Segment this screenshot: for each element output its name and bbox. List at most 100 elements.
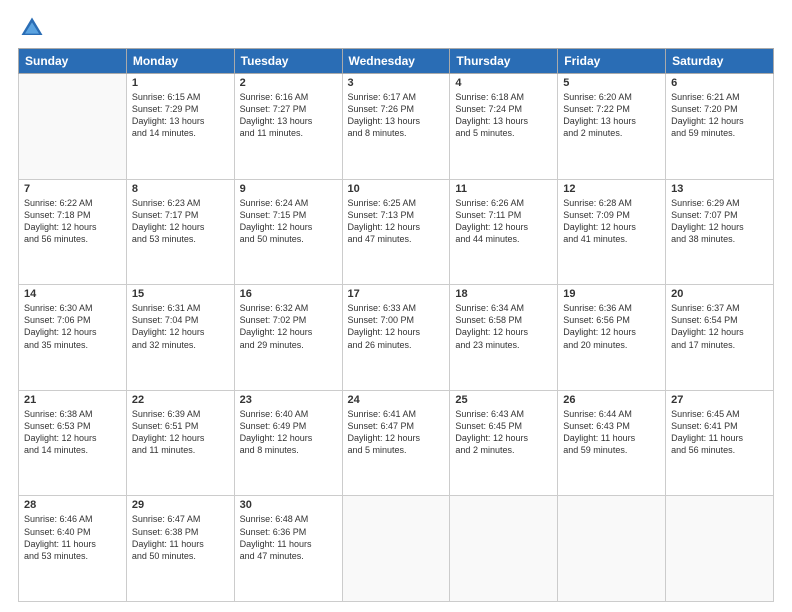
day-number: 8 [132,183,229,195]
day-number: 19 [563,288,660,300]
calendar-cell: 29 Sunrise: 6:47 AM Sunset: 6:38 PM Dayli… [126,496,234,602]
day-info: Sunrise: 6:24 AM Sunset: 7:15 PM Dayligh… [240,197,337,246]
header [18,10,774,42]
day-info: Sunrise: 6:48 AM Sunset: 6:36 PM Dayligh… [240,513,337,562]
calendar-cell: 11 Sunrise: 6:26 AM Sunset: 7:11 PM Dayli… [450,179,558,285]
day-info: Sunrise: 6:25 AM Sunset: 7:13 PM Dayligh… [348,197,445,246]
day-info: Sunrise: 6:29 AM Sunset: 7:07 PM Dayligh… [671,197,768,246]
calendar-cell: 20Sunrise: 6:37 AM Sunset: 6:54 PM Dayli… [666,285,774,391]
calendar-cell: 9 Sunrise: 6:24 AM Sunset: 7:15 PM Daylig… [234,179,342,285]
day-info: Sunrise: 6:43 AM Sunset: 6:45 PM Dayligh… [455,408,552,457]
calendar-cell [666,496,774,602]
day-of-week-sunday: Sunday [19,49,127,74]
calendar-cell: 18 Sunrise: 6:34 AM Sunset: 6:58 PM Dayli… [450,285,558,391]
calendar-cell: 25 Sunrise: 6:43 AM Sunset: 6:45 PM Dayli… [450,390,558,496]
day-number: 24 [348,394,445,406]
calendar-cell: 3Sunrise: 6:17 AM Sunset: 7:26 PM Daylig… [342,74,450,180]
calendar-cell: 22 Sunrise: 6:39 AM Sunset: 6:51 PM Dayli… [126,390,234,496]
day-number: 2 [240,77,337,89]
calendar-header-row: SundayMondayTuesdayWednesdayThursdayFrid… [19,49,774,74]
calendar-cell: 2 Sunrise: 6:16 AM Sunset: 7:27 PM Daylig… [234,74,342,180]
day-number: 13 [671,183,768,195]
calendar-cell [19,74,127,180]
logo [18,14,48,42]
day-of-week-monday: Monday [126,49,234,74]
calendar-cell: 23 Sunrise: 6:40 AM Sunset: 6:49 PM Dayli… [234,390,342,496]
calendar-week-1: 1 Sunrise: 6:15 AM Sunset: 7:29 PM Daylig… [19,74,774,180]
day-number: 4 [455,77,552,89]
calendar-week-4: 21 Sunrise: 6:38 AM Sunset: 6:53 PM Dayli… [19,390,774,496]
day-info: Sunrise: 6:34 AM Sunset: 6:58 PM Dayligh… [455,302,552,351]
day-of-week-thursday: Thursday [450,49,558,74]
day-number: 27 [671,394,768,406]
calendar-cell: 13 Sunrise: 6:29 AM Sunset: 7:07 PM Dayli… [666,179,774,285]
calendar-cell: 24 Sunrise: 6:41 AM Sunset: 6:47 PM Dayli… [342,390,450,496]
calendar-week-5: 28 Sunrise: 6:46 AM Sunset: 6:40 PM Dayli… [19,496,774,602]
calendar-cell: 5 Sunrise: 6:20 AM Sunset: 7:22 PM Daylig… [558,74,666,180]
day-info: Sunrise: 6:16 AM Sunset: 7:27 PM Dayligh… [240,91,337,140]
calendar-cell: 8 Sunrise: 6:23 AM Sunset: 7:17 PM Daylig… [126,179,234,285]
calendar-cell [342,496,450,602]
day-info: Sunrise: 6:38 AM Sunset: 6:53 PM Dayligh… [24,408,121,457]
calendar-week-3: 14Sunrise: 6:30 AM Sunset: 7:06 PM Dayli… [19,285,774,391]
day-info: Sunrise: 6:23 AM Sunset: 7:17 PM Dayligh… [132,197,229,246]
calendar-cell: 17 Sunrise: 6:33 AM Sunset: 7:00 PM Dayli… [342,285,450,391]
day-info: Sunrise: 6:46 AM Sunset: 6:40 PM Dayligh… [24,513,121,562]
calendar-cell: 10 Sunrise: 6:25 AM Sunset: 7:13 PM Dayli… [342,179,450,285]
day-number: 9 [240,183,337,195]
day-info: Sunrise: 6:32 AM Sunset: 7:02 PM Dayligh… [240,302,337,351]
calendar-cell: 19 Sunrise: 6:36 AM Sunset: 6:56 PM Dayli… [558,285,666,391]
page: SundayMondayTuesdayWednesdayThursdayFrid… [0,0,792,612]
day-number: 26 [563,394,660,406]
day-info: Sunrise: 6:17 AM Sunset: 7:26 PM Dayligh… [348,91,445,140]
calendar-table: SundayMondayTuesdayWednesdayThursdayFrid… [18,48,774,602]
day-of-week-tuesday: Tuesday [234,49,342,74]
day-of-week-saturday: Saturday [666,49,774,74]
day-number: 18 [455,288,552,300]
calendar-cell: 26 Sunrise: 6:44 AM Sunset: 6:43 PM Dayli… [558,390,666,496]
calendar-cell: 14Sunrise: 6:30 AM Sunset: 7:06 PM Dayli… [19,285,127,391]
day-of-week-friday: Friday [558,49,666,74]
day-number: 1 [132,77,229,89]
day-number: 7 [24,183,121,195]
day-info: Sunrise: 6:15 AM Sunset: 7:29 PM Dayligh… [132,91,229,140]
calendar-cell: 16 Sunrise: 6:32 AM Sunset: 7:02 PM Dayli… [234,285,342,391]
day-number: 23 [240,394,337,406]
day-of-week-wednesday: Wednesday [342,49,450,74]
day-info: Sunrise: 6:31 AM Sunset: 7:04 PM Dayligh… [132,302,229,351]
calendar-week-2: 7Sunrise: 6:22 AM Sunset: 7:18 PM Daylig… [19,179,774,285]
day-number: 17 [348,288,445,300]
day-number: 22 [132,394,229,406]
day-info: Sunrise: 6:33 AM Sunset: 7:00 PM Dayligh… [348,302,445,351]
day-info: Sunrise: 6:20 AM Sunset: 7:22 PM Dayligh… [563,91,660,140]
day-number: 10 [348,183,445,195]
calendar-cell [558,496,666,602]
day-number: 30 [240,499,337,511]
calendar-cell: 21 Sunrise: 6:38 AM Sunset: 6:53 PM Dayli… [19,390,127,496]
day-info: Sunrise: 6:37 AM Sunset: 6:54 PM Dayligh… [671,302,768,351]
day-info: Sunrise: 6:36 AM Sunset: 6:56 PM Dayligh… [563,302,660,351]
day-number: 12 [563,183,660,195]
day-info: Sunrise: 6:41 AM Sunset: 6:47 PM Dayligh… [348,408,445,457]
day-info: Sunrise: 6:44 AM Sunset: 6:43 PM Dayligh… [563,408,660,457]
day-info: Sunrise: 6:47 AM Sunset: 6:38 PM Dayligh… [132,513,229,562]
day-number: 28 [24,499,121,511]
day-number: 29 [132,499,229,511]
day-info: Sunrise: 6:40 AM Sunset: 6:49 PM Dayligh… [240,408,337,457]
calendar-cell: 4Sunrise: 6:18 AM Sunset: 7:24 PM Daylig… [450,74,558,180]
day-number: 16 [240,288,337,300]
logo-icon [18,14,46,42]
day-info: Sunrise: 6:39 AM Sunset: 6:51 PM Dayligh… [132,408,229,457]
calendar-cell [450,496,558,602]
day-number: 15 [132,288,229,300]
calendar-cell: 28 Sunrise: 6:46 AM Sunset: 6:40 PM Dayli… [19,496,127,602]
day-number: 21 [24,394,121,406]
calendar-cell: 15 Sunrise: 6:31 AM Sunset: 7:04 PM Dayli… [126,285,234,391]
day-number: 25 [455,394,552,406]
calendar-cell: 7Sunrise: 6:22 AM Sunset: 7:18 PM Daylig… [19,179,127,285]
day-info: Sunrise: 6:26 AM Sunset: 7:11 PM Dayligh… [455,197,552,246]
calendar-cell: 27Sunrise: 6:45 AM Sunset: 6:41 PM Dayli… [666,390,774,496]
day-number: 11 [455,183,552,195]
day-number: 5 [563,77,660,89]
day-info: Sunrise: 6:28 AM Sunset: 7:09 PM Dayligh… [563,197,660,246]
